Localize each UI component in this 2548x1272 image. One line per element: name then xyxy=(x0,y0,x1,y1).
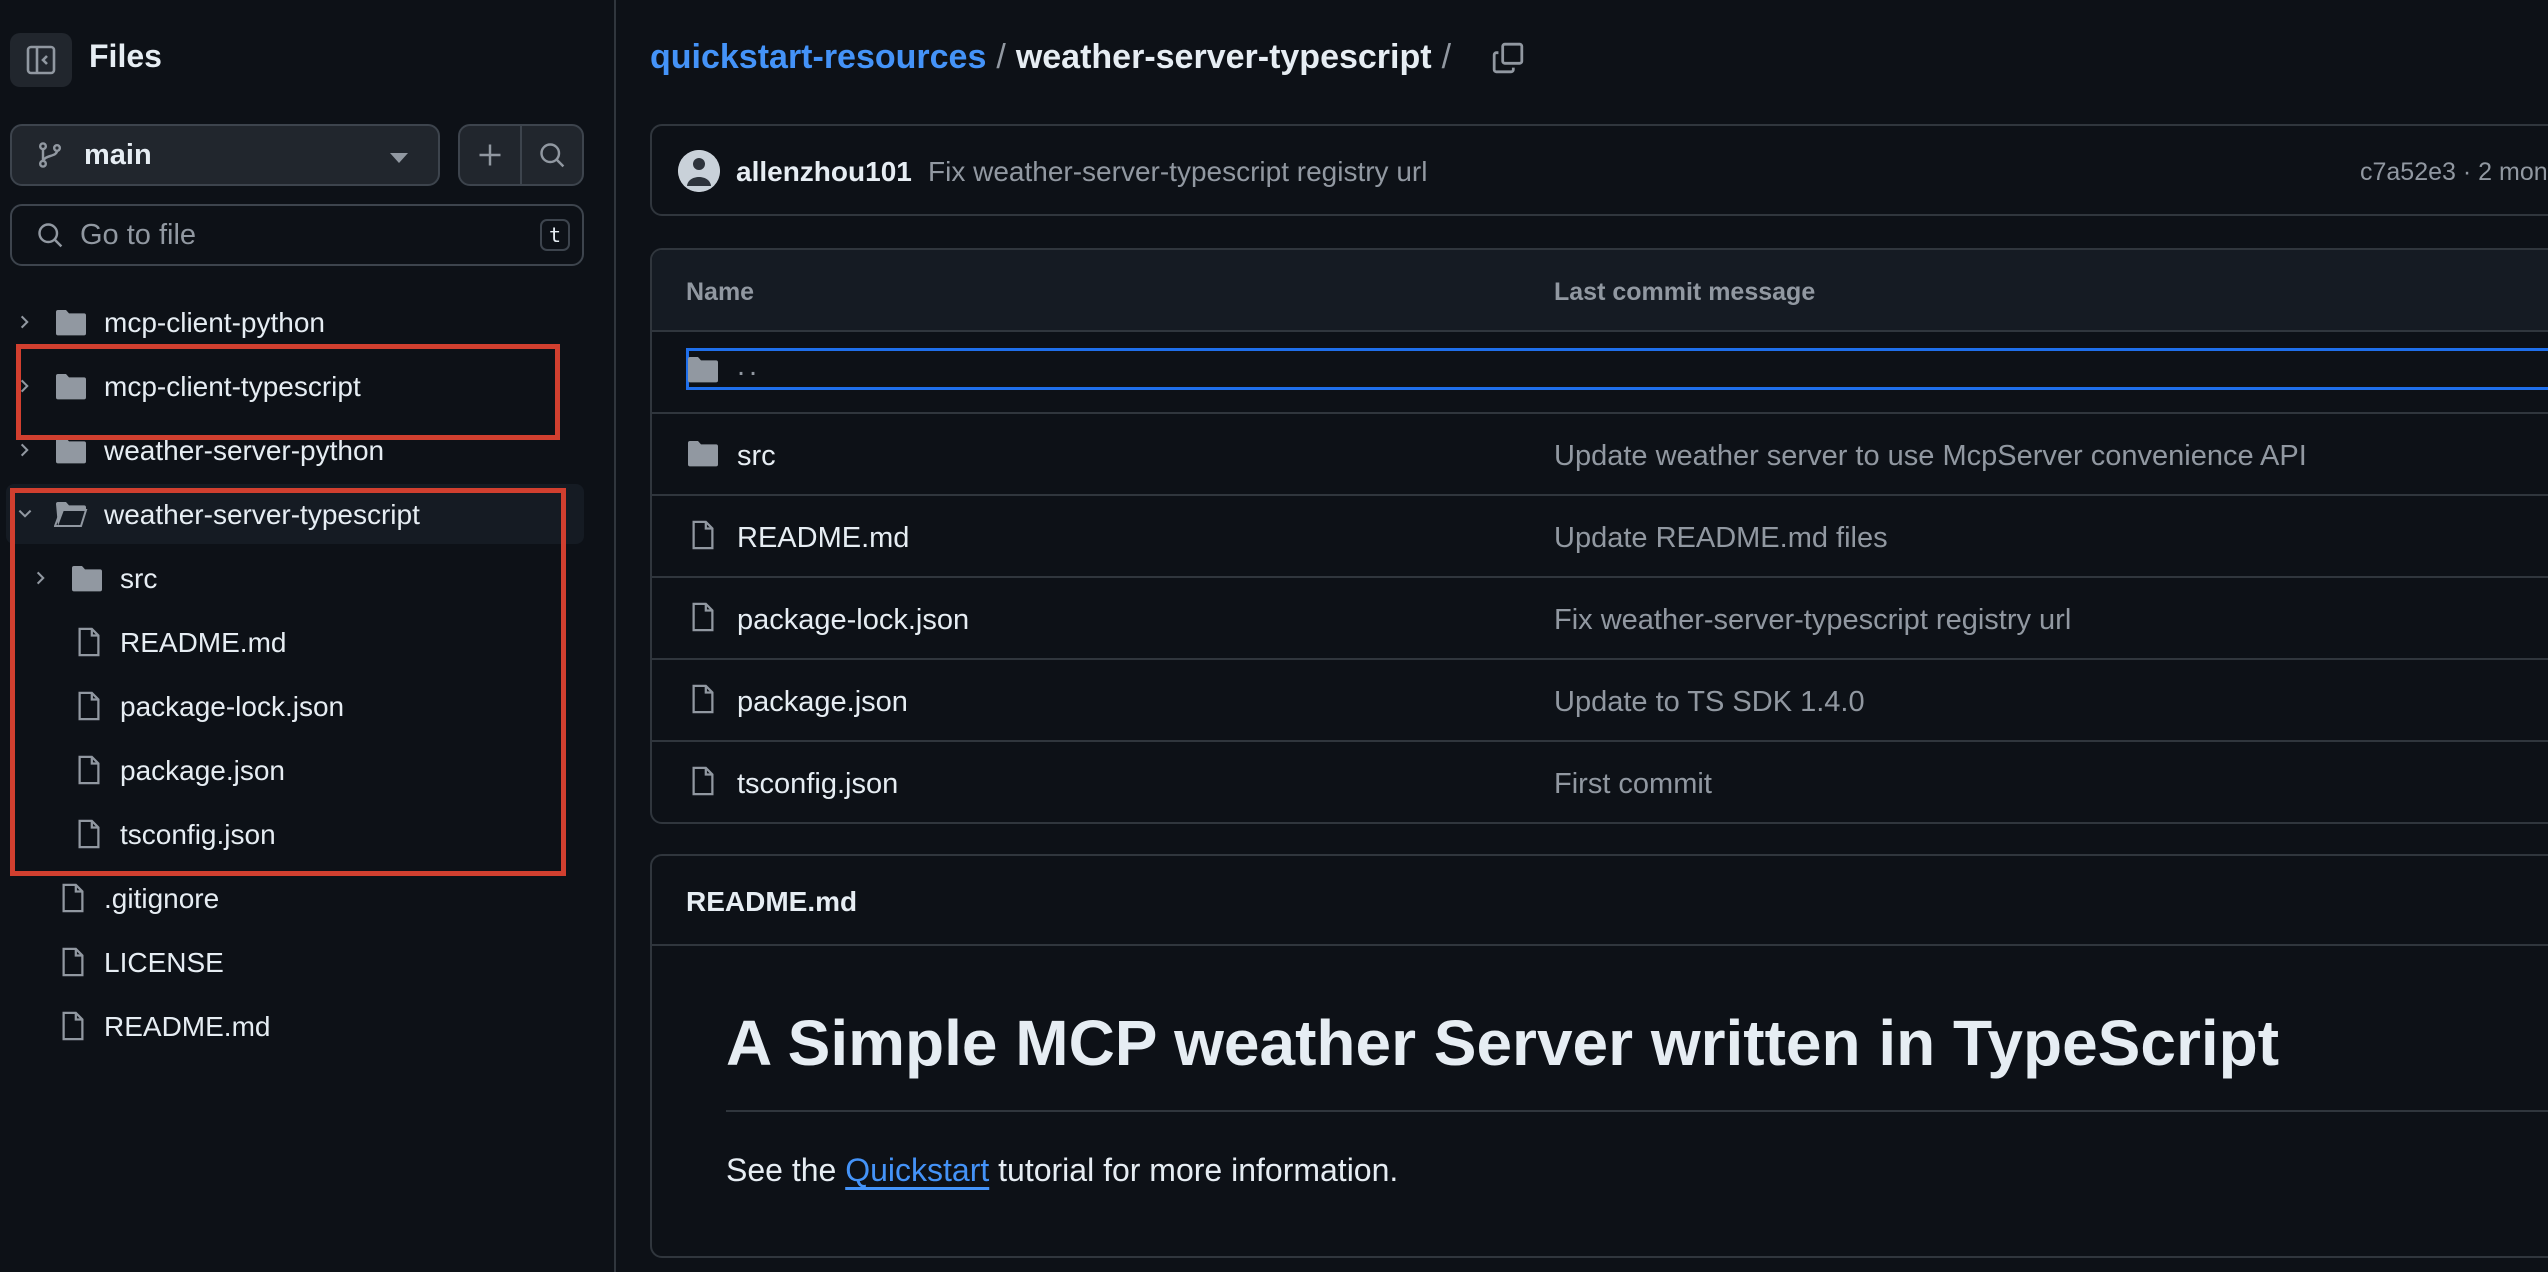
go-to-file-input[interactable] xyxy=(78,217,522,253)
heading-divider xyxy=(726,1110,2548,1112)
commit-message-link[interactable]: Fix weather-server-typescript registry u… xyxy=(1554,604,2071,637)
readme-paragraph: See the Quickstart tutorial for more inf… xyxy=(726,1152,1398,1189)
file-icon xyxy=(690,684,716,714)
file-name-link[interactable]: package-lock.json xyxy=(737,604,969,637)
chevron-right-icon[interactable] xyxy=(16,441,34,459)
tree-actions-group xyxy=(458,124,584,186)
commit-message-link[interactable]: Update weather server to use McpServer c… xyxy=(1554,440,2307,473)
go-to-file-field[interactable]: t xyxy=(10,204,584,266)
readme-header-title[interactable]: README.md xyxy=(686,886,857,918)
table-header: Name Last commit message xyxy=(652,250,2548,332)
tree-item-label: mcp-client-python xyxy=(104,307,325,338)
file-icon xyxy=(60,1011,86,1041)
file-name-link[interactable]: package.json xyxy=(737,686,908,719)
add-file-button[interactable] xyxy=(460,126,520,184)
breadcrumb-separator: / xyxy=(996,38,1006,76)
chevron-right-icon[interactable] xyxy=(16,313,34,331)
breadcrumb-current: weather-server-typescript xyxy=(1015,38,1432,76)
file-tree-sidebar: Files main t xyxy=(0,0,616,1272)
commit-message-link[interactable]: First commit xyxy=(1554,768,1712,801)
annotation-box-weather-server-typescript xyxy=(10,488,566,876)
paragraph-text: tutorial for more information. xyxy=(989,1152,1399,1188)
table-row[interactable]: src Update weather server to use McpServ… xyxy=(652,414,2548,496)
annotation-box-mcp-client-typescript xyxy=(16,344,560,440)
table-row[interactable]: package-lock.json Fix weather-server-typ… xyxy=(652,578,2548,660)
file-icon xyxy=(60,947,86,977)
sidebar-toggle-button[interactable] xyxy=(10,33,72,87)
commit-author[interactable]: allenzhou101 xyxy=(736,156,912,188)
table-row[interactable]: README.md Update README.md files xyxy=(652,496,2548,578)
file-name-link[interactable]: README.md xyxy=(737,522,909,555)
parent-directory-label: .. xyxy=(737,350,762,382)
commit-message[interactable]: Fix weather-server-typescript registry u… xyxy=(928,156,1427,188)
search-files-button[interactable] xyxy=(520,126,582,184)
file-icon xyxy=(690,766,716,796)
readme-header: README.md xyxy=(652,856,2548,946)
caret-down-icon xyxy=(390,153,408,163)
keyboard-shortcut-hint: t xyxy=(540,219,570,251)
folder-icon xyxy=(54,307,88,337)
plus-icon xyxy=(476,141,504,169)
commit-message-link[interactable]: Update README.md files xyxy=(1554,522,1888,555)
sidebar-collapse-icon xyxy=(25,44,57,76)
tree-item-label: .gitignore xyxy=(104,883,220,914)
tree-item-license[interactable]: LICENSE xyxy=(0,932,584,992)
breadcrumb-repo-link[interactable]: quickstart-resources xyxy=(650,38,986,77)
column-header-last-commit: Last commit message xyxy=(1554,278,1816,306)
tree-item-mcp-client-python[interactable]: mcp-client-python xyxy=(0,292,584,352)
folder-icon xyxy=(686,354,720,384)
table-row[interactable]: tsconfig.json First commit xyxy=(652,742,2548,822)
git-branch-icon xyxy=(36,141,64,169)
file-table: Name Last commit message .. src Update w… xyxy=(650,248,2548,824)
latest-commit-bar: allenzhou101 Fix weather-server-typescri… xyxy=(650,124,2548,216)
file-icon xyxy=(60,883,86,913)
readme-panel: README.md A Simple MCP weather Server wr… xyxy=(650,854,2548,1258)
branch-name: main xyxy=(84,138,152,171)
file-name-link[interactable]: src xyxy=(737,440,776,473)
tree-item-root-readme[interactable]: README.md xyxy=(0,996,584,1056)
tree-item-label: README.md xyxy=(104,1011,271,1042)
readme-heading: A Simple MCP weather Server written in T… xyxy=(726,1007,2280,1079)
branch-selector-button[interactable]: main xyxy=(10,124,440,186)
breadcrumb-separator: / xyxy=(1441,38,1452,76)
table-row[interactable]: package.json Update to TS SDK 1.4.0 xyxy=(652,660,2548,742)
folder-icon xyxy=(686,438,720,468)
file-icon xyxy=(690,520,716,550)
avatar[interactable] xyxy=(678,150,720,192)
file-icon xyxy=(690,602,716,632)
search-icon xyxy=(36,221,64,249)
quickstart-link[interactable]: Quickstart xyxy=(845,1152,989,1188)
focus-outline xyxy=(686,348,2548,390)
breadcrumb: quickstart-resources / weather-server-ty… xyxy=(650,38,1525,77)
copy-path-icon[interactable] xyxy=(1491,41,1525,75)
paragraph-text: See the xyxy=(726,1152,846,1188)
tree-item-label: LICENSE xyxy=(104,947,224,978)
commit-hash-and-time[interactable]: c7a52e3 · 2 mon xyxy=(2360,158,2548,187)
search-icon xyxy=(538,141,566,169)
parent-directory-row[interactable]: .. xyxy=(652,332,2548,414)
column-header-name: Name xyxy=(686,278,755,306)
commit-message-link[interactable]: Update to TS SDK 1.4.0 xyxy=(1554,686,1865,719)
sidebar-title: Files xyxy=(89,38,162,74)
file-name-link[interactable]: tsconfig.json xyxy=(737,768,898,801)
tree-item-gitignore[interactable]: .gitignore xyxy=(0,868,584,928)
